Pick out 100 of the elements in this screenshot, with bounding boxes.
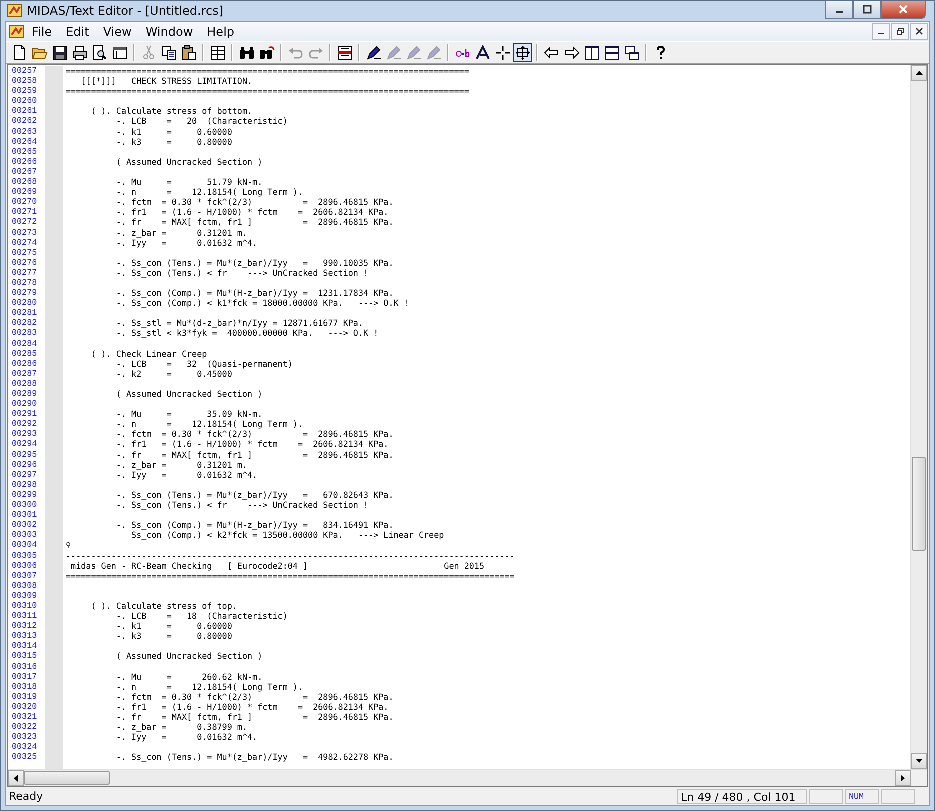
line-number: 00275 <box>12 248 38 258</box>
line-number: 00263 <box>12 126 38 137</box>
toolbar-button[interactable] <box>208 43 227 62</box>
menu-item[interactable]: Window <box>138 24 200 38</box>
close-button[interactable] <box>910 23 928 40</box>
close-button[interactable] <box>881 1 926 19</box>
pen-icon <box>426 44 442 60</box>
line-number: 00262 <box>12 116 38 127</box>
text-line: -. z_bar = 0.31201 m. <box>115 460 249 470</box>
num-lock-indicator: NUM <box>845 788 879 804</box>
minimize-button[interactable] <box>825 1 853 19</box>
scissors-icon <box>140 44 156 60</box>
clipboard-icon <box>180 44 196 60</box>
close-icon <box>899 5 908 14</box>
line-number: 00288 <box>12 378 38 389</box>
scroll-thumb[interactable] <box>912 457 926 551</box>
line-number: 00265 <box>12 146 38 157</box>
toolbar-button[interactable] <box>622 43 641 62</box>
restore-icon <box>896 28 904 35</box>
text-line: -. fr = MAX[ fctm, fr1 ] = 2896.46815 KPa. <box>115 450 395 460</box>
line-number: 00266 <box>12 156 38 167</box>
text-line: -. Ss_con (Comp.) = Mu*(H-z_bar)/Iyy = 1231.17834 KPa. <box>115 288 395 298</box>
line-number: 00269 <box>12 187 38 198</box>
line-number: 00284 <box>12 338 38 349</box>
text-line: ( Assumed Uncracked Section ) <box>115 651 264 662</box>
line-number: 00316 <box>12 662 38 672</box>
text-line: ( Assumed Uncracked Section ) <box>115 156 264 167</box>
line-number: 00268 <box>12 177 38 188</box>
restore-button[interactable] <box>891 23 909 40</box>
line-number: 00274 <box>12 238 38 248</box>
text-line: ♀ <box>66 540 72 550</box>
left-arrow-icon <box>14 774 18 782</box>
toolbar-button[interactable] <box>493 43 512 62</box>
text-line: -. Ss_stl < k3*fyk = 400000.00000 KPa. ---> O.K ! <box>115 328 380 339</box>
line-number: 00258 <box>12 76 38 86</box>
text-line: -. Ss_con (Comp.) < k1*fck = 18000.00000 KPa. ---> O.K ! <box>115 298 410 308</box>
vertical-scrollbar[interactable] <box>910 65 927 769</box>
text-editor[interactable] <box>7 64 928 787</box>
text-line: ================================================================================ <box>66 66 470 76</box>
toolbar-button[interactable] <box>70 43 89 62</box>
find-replace-icon <box>258 44 274 60</box>
line-number: 00270 <box>12 197 38 208</box>
scroll-left-button[interactable] <box>8 770 24 786</box>
toolbar-button[interactable] <box>513 43 532 62</box>
text-line: -. k3 = 0.80000 <box>115 631 234 642</box>
line-number: 00272 <box>12 217 38 228</box>
line-number: 00321 <box>12 712 38 722</box>
toolbar-button[interactable] <box>602 43 621 62</box>
line-number: 00293 <box>12 429 38 440</box>
text-line: -. fr = MAX[ fctm, fr1 ] = 2896.46815 KPa. <box>115 712 395 722</box>
minimize-button[interactable] <box>872 23 890 40</box>
horizontal-scrollbar[interactable] <box>8 769 927 786</box>
text-line: -. k1 = 0.60000 <box>115 126 234 137</box>
window-icon <box>112 44 128 60</box>
arrow-right-icon <box>564 44 580 60</box>
toolbar-button[interactable] <box>179 43 198 62</box>
menu-item[interactable]: Help <box>200 24 242 38</box>
status-pane <box>809 788 843 804</box>
text-line: -. Ss_con (Tens.) = Mu*(z_bar)/Iyy = 4982.62278 KPa. <box>115 752 395 762</box>
text-line: midas Gen - RC-Beam Checking [ Eurocode2:04 ] Gen 2015 <box>70 560 486 571</box>
menu-item[interactable]: Edit <box>59 24 96 38</box>
line-number: 00257 <box>12 66 38 76</box>
text-line: -. Ss_stl = Mu*(d-z_bar)*n/Iyy = 12871.61677 KPa. <box>115 318 364 328</box>
menu-item[interactable]: File <box>25 24 60 38</box>
toolbar-button[interactable] <box>582 43 601 62</box>
columns-icon <box>584 44 600 60</box>
scroll-thumb[interactable] <box>24 771 110 785</box>
toolbar-button[interactable] <box>335 43 354 62</box>
text-line: -. fr1 = (1.6 - H/1000) * fctm = 2606.82134 KPa. <box>115 702 390 712</box>
print-preview-icon <box>92 44 108 60</box>
toolbar-button[interactable] <box>473 43 492 62</box>
line-number: 00307 <box>12 570 38 581</box>
line-number: 00286 <box>12 358 38 369</box>
copy-icon <box>160 44 176 60</box>
text-line: -. k1 = 0.60000 <box>115 621 234 632</box>
scroll-up-button[interactable] <box>911 65 927 81</box>
menu-item[interactable]: View <box>96 24 139 38</box>
text-line: -. fctm = 0.30 * fck^(2/3) = 2896.46815 KPa. <box>115 197 395 208</box>
toolbar-button[interactable] <box>159 43 178 62</box>
line-number: 00319 <box>12 692 38 702</box>
maximize-button[interactable] <box>853 1 881 19</box>
line-number: 00320 <box>12 702 38 712</box>
scroll-right-button[interactable] <box>895 770 911 786</box>
line-number: 00311 <box>12 611 38 622</box>
line-number: 00294 <box>12 439 38 450</box>
text-line: -. Ss_con (Tens.) = Mu*(z_bar)/Iyy = 670.82643 KPa. <box>115 490 395 500</box>
line-number: 00280 <box>12 298 38 308</box>
line-number: 00271 <box>12 207 38 218</box>
text-line: -. n = 12.18154( Long Term ). <box>115 682 304 692</box>
line-number: 00300 <box>12 500 38 510</box>
text-line: -. Ss_con (Tens.) < fr ---> UnCracked Section ! <box>115 268 370 278</box>
line-number: 00283 <box>12 328 38 339</box>
text-line: -. fr1 = (1.6 - H/1000) * fctm = 2606.82134 KPa. <box>115 439 390 450</box>
toolbar-button[interactable] <box>50 43 69 62</box>
text-line: -. Mu = 35.09 kN-m. <box>115 409 264 420</box>
line-number: 00285 <box>12 348 38 359</box>
scroll-down-button[interactable] <box>911 753 927 769</box>
line-number: 00308 <box>12 580 38 591</box>
maximize-icon <box>862 5 872 14</box>
line-number: 00290 <box>12 399 38 410</box>
